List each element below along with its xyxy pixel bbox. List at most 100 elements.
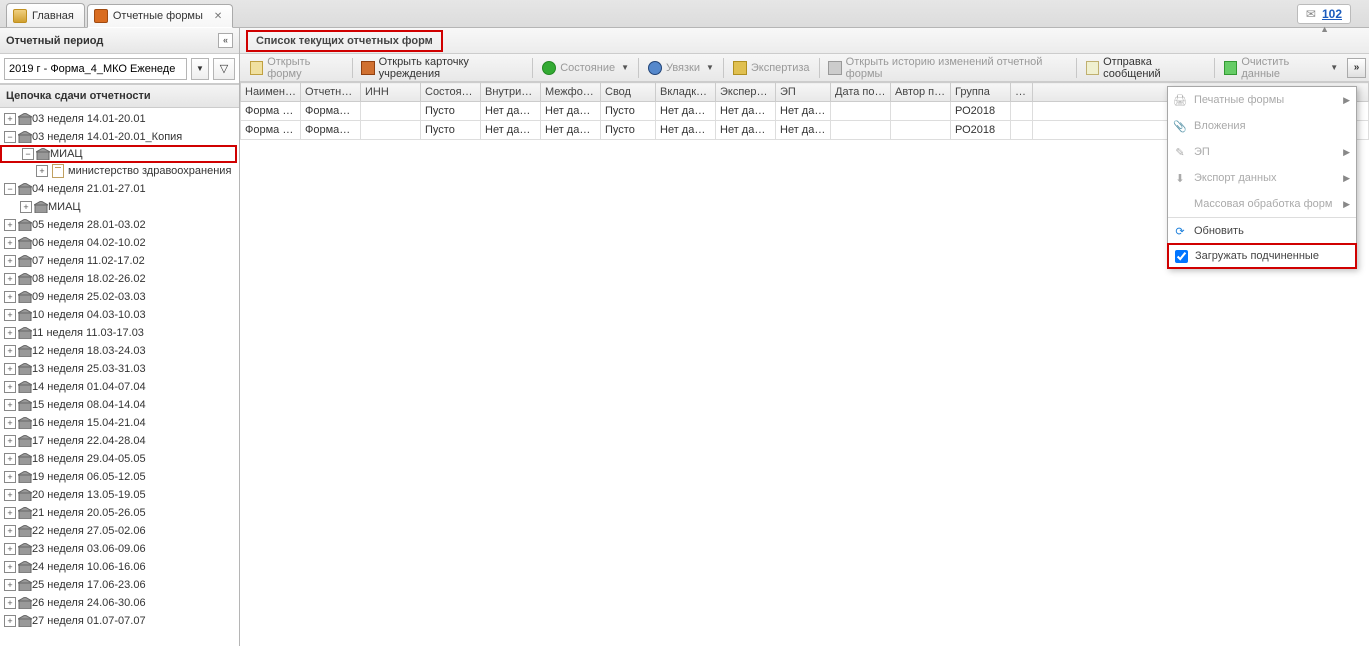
col-state[interactable]: Состоя… xyxy=(421,83,481,102)
clear-data-button[interactable]: Очистить данные▼ xyxy=(1217,57,1345,79)
expander-icon[interactable]: + xyxy=(4,471,16,483)
col-intra[interactable]: Внутри… xyxy=(481,83,541,102)
col-name[interactable]: Наимен… xyxy=(241,83,301,102)
col-tabs[interactable]: Вкладк… xyxy=(656,83,716,102)
col-inter[interactable]: Межфо… xyxy=(541,83,601,102)
tree-node[interactable]: +27 неделя 01.07-07.07 xyxy=(0,612,239,630)
tree-node[interactable]: − 03 неделя 14.01-20.01_Копия xyxy=(0,128,239,146)
tree-node[interactable]: +20 неделя 13.05-19.05 xyxy=(0,486,239,504)
tree-node-miac-selected[interactable]: − МИАЦ xyxy=(0,145,237,163)
expander-icon[interactable]: − xyxy=(4,183,16,195)
col-author[interactable]: Автор п… xyxy=(891,83,951,102)
state-button[interactable]: Состояние▼ xyxy=(535,57,636,79)
expander-icon[interactable]: + xyxy=(4,435,16,447)
col-group[interactable]: Группа xyxy=(951,83,1011,102)
tab-forms[interactable]: Отчетные формы ✕ xyxy=(87,4,233,28)
expander-icon[interactable]: + xyxy=(4,615,16,627)
menu-attachments[interactable]: 📎 Вложения xyxy=(1168,113,1356,139)
expander-icon[interactable]: + xyxy=(4,363,16,375)
chevron-up-icon[interactable]: ▲ xyxy=(1320,24,1329,34)
expander-icon[interactable]: + xyxy=(4,345,16,357)
tree-node[interactable]: +26 неделя 24.06-30.06 xyxy=(0,594,239,612)
col-ep[interactable]: ЭП xyxy=(776,83,831,102)
expander-icon[interactable]: − xyxy=(22,148,34,160)
expander-icon[interactable]: + xyxy=(4,273,16,285)
expander-icon[interactable]: + xyxy=(4,417,16,429)
period-dropdown-button[interactable]: ▼ xyxy=(191,58,209,80)
expander-icon[interactable]: + xyxy=(4,219,16,231)
col-expert[interactable]: Экспер… xyxy=(716,83,776,102)
expander-icon[interactable]: + xyxy=(4,543,16,555)
tree-node[interactable]: +10 неделя 04.03-10.03 xyxy=(0,306,239,324)
expander-icon[interactable]: + xyxy=(4,291,16,303)
tree-node[interactable]: +22 неделя 27.05-02.06 xyxy=(0,522,239,540)
tree-node[interactable]: + министерство здравоохранения xyxy=(0,162,239,180)
expander-icon[interactable]: + xyxy=(4,453,16,465)
tree-node[interactable]: +07 неделя 11.02-17.02 xyxy=(0,252,239,270)
expander-icon[interactable]: + xyxy=(4,255,16,267)
menu-mass[interactable]: Массовая обработка форм ▶ xyxy=(1168,191,1356,217)
expander-icon[interactable]: + xyxy=(4,561,16,573)
col-more[interactable]: … xyxy=(1011,83,1033,102)
expander-icon[interactable]: + xyxy=(4,113,16,125)
tree-node[interactable]: +08 неделя 18.02-26.02 xyxy=(0,270,239,288)
tree-node[interactable]: + 03 неделя 14.01-20.01 xyxy=(0,110,239,128)
tree-node[interactable]: +17 неделя 22.04-28.04 xyxy=(0,432,239,450)
tree-node[interactable]: − 04 неделя 21.01-27.01 xyxy=(0,180,239,198)
period-select[interactable] xyxy=(4,58,187,80)
links-button[interactable]: Увязки▼ xyxy=(641,57,721,79)
toolbar-overflow-button[interactable]: » xyxy=(1347,58,1366,78)
menu-load-subordinates[interactable]: Загружать подчиненные xyxy=(1167,243,1357,269)
tab-home[interactable]: Главная xyxy=(6,3,85,27)
expander-icon[interactable]: + xyxy=(4,579,16,591)
tree-node[interactable]: +15 неделя 08.04-14.04 xyxy=(0,396,239,414)
menu-export[interactable]: ⬇ Экспорт данных ▶ xyxy=(1168,165,1356,191)
tree-node[interactable]: +18 неделя 29.04-05.05 xyxy=(0,450,239,468)
expander-icon[interactable]: − xyxy=(4,131,16,143)
send-msg-button[interactable]: Отправка сообщений xyxy=(1079,57,1212,79)
expander-icon[interactable]: + xyxy=(4,399,16,411)
expander-icon[interactable]: + xyxy=(4,381,16,393)
tree-node[interactable]: +16 неделя 15.04-21.04 xyxy=(0,414,239,432)
tree-node[interactable]: +09 неделя 25.02-03.03 xyxy=(0,288,239,306)
tree[interactable]: + 03 неделя 14.01-20.01 − 03 неделя 14.0… xyxy=(0,108,239,646)
messages-indicator[interactable]: ✉ 102 xyxy=(1297,4,1351,24)
expander-icon[interactable]: + xyxy=(36,165,48,177)
tree-node[interactable]: +25 неделя 17.06-23.06 xyxy=(0,576,239,594)
col-svod[interactable]: Свод xyxy=(601,83,656,102)
expander-icon[interactable]: + xyxy=(20,201,32,213)
menu-ep[interactable]: ✎ ЭП ▶ xyxy=(1168,139,1356,165)
tree-node[interactable]: +23 неделя 03.06-09.06 xyxy=(0,540,239,558)
tree-node[interactable]: +13 неделя 25.03-31.03 xyxy=(0,360,239,378)
expander-icon[interactable]: + xyxy=(4,327,16,339)
expander-icon[interactable]: + xyxy=(4,507,16,519)
col-reporting[interactable]: Отчетн… xyxy=(301,83,361,102)
checkbox-icon[interactable] xyxy=(1173,248,1189,264)
open-form-button[interactable]: Открыть форму xyxy=(243,57,350,79)
history-button[interactable]: Открыть историю изменений отчетной формы xyxy=(821,57,1074,79)
tree-node[interactable]: + МИАЦ xyxy=(0,198,239,216)
tree-node[interactable]: +06 неделя 04.02-10.02 xyxy=(0,234,239,252)
close-icon[interactable]: ✕ xyxy=(214,11,222,22)
expander-icon[interactable]: + xyxy=(4,309,16,321)
menu-refresh[interactable]: ⟳ Обновить xyxy=(1168,218,1356,244)
tree-node[interactable]: +12 неделя 18.03-24.03 xyxy=(0,342,239,360)
tree-node[interactable]: +21 неделя 20.05-26.05 xyxy=(0,504,239,522)
tree-node[interactable]: +24 неделя 10.06-16.06 xyxy=(0,558,239,576)
tree-node[interactable]: +11 неделя 11.03-17.03 xyxy=(0,324,239,342)
col-datep[interactable]: Дата по… xyxy=(831,83,891,102)
tree-node[interactable]: +05 неделя 28.01-03.02 xyxy=(0,216,239,234)
collapse-left-icon[interactable]: « xyxy=(218,33,233,48)
filter-button[interactable]: ▽ xyxy=(213,58,235,80)
expander-icon[interactable]: + xyxy=(4,237,16,249)
expander-icon[interactable]: + xyxy=(4,597,16,609)
expertise-button[interactable]: Экспертиза xyxy=(726,57,817,79)
messages-count[interactable]: 102 xyxy=(1322,7,1342,21)
menu-print[interactable]: 🖨 Печатные формы ▶ xyxy=(1168,87,1356,113)
open-card-button[interactable]: Открыть карточку учреждения xyxy=(354,57,530,79)
col-inn[interactable]: ИНН xyxy=(361,83,421,102)
expander-icon[interactable]: + xyxy=(4,525,16,537)
expander-icon[interactable]: + xyxy=(4,489,16,501)
tree-node[interactable]: +19 неделя 06.05-12.05 xyxy=(0,468,239,486)
tree-node[interactable]: +14 неделя 01.04-07.04 xyxy=(0,378,239,396)
